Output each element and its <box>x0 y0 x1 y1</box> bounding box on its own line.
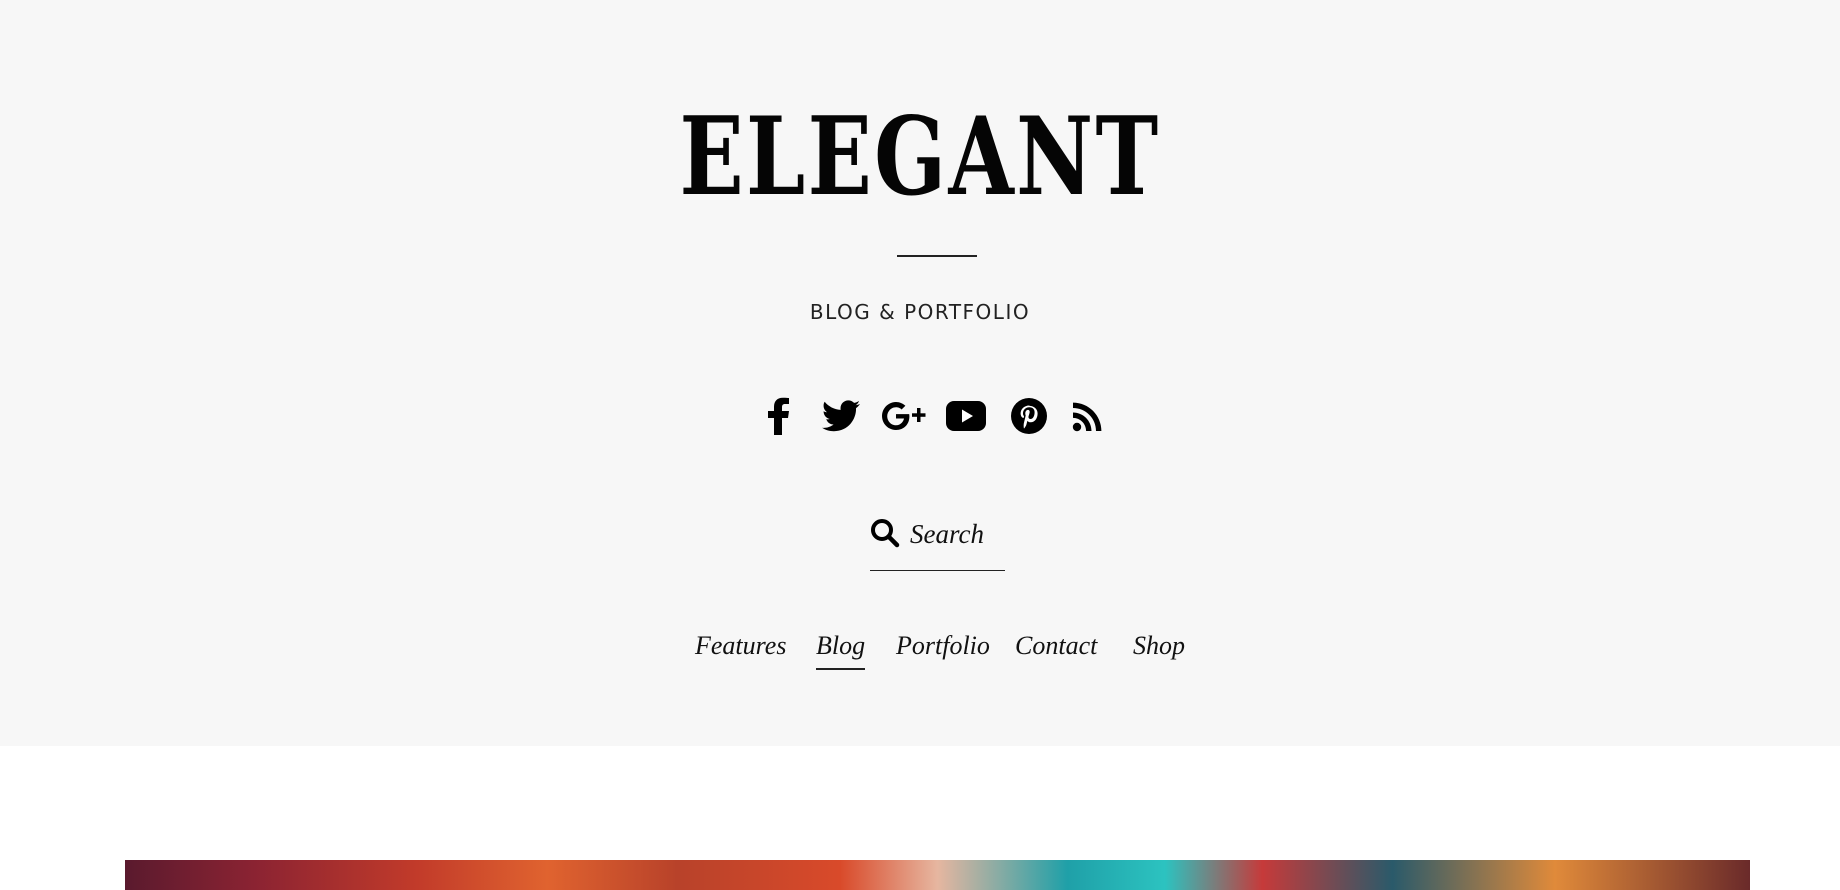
search-icon[interactable] <box>870 518 900 548</box>
search-box <box>870 514 1005 571</box>
main-nav: Features Blog Portfolio Contact Shop <box>0 626 1840 671</box>
facebook-icon[interactable] <box>757 396 801 436</box>
google-plus-icon[interactable] <box>882 396 926 436</box>
nav-item-blog[interactable]: Blog <box>816 626 866 670</box>
nav-item-contact[interactable]: Contact <box>1015 626 1097 666</box>
featured-image[interactable] <box>125 860 1750 890</box>
nav-item-features[interactable]: Features <box>695 626 786 666</box>
site-tagline: BLOG & PORTFOLIO <box>809 300 1031 324</box>
site-title[interactable]: ELEGANT <box>202 92 1637 222</box>
twitter-icon[interactable] <box>819 396 863 436</box>
rss-icon[interactable] <box>1066 396 1110 436</box>
title-divider <box>897 255 977 257</box>
nav-item-portfolio[interactable]: Portfolio <box>896 626 990 666</box>
nav-item-shop[interactable]: Shop <box>1133 626 1185 666</box>
search-input[interactable] <box>910 514 1005 554</box>
social-links <box>0 396 1840 436</box>
pinterest-icon[interactable] <box>1007 396 1051 436</box>
youtube-icon[interactable] <box>944 396 988 436</box>
site-header: ELEGANT BLOG & PORTFOLIO Search Features… <box>0 0 1840 746</box>
